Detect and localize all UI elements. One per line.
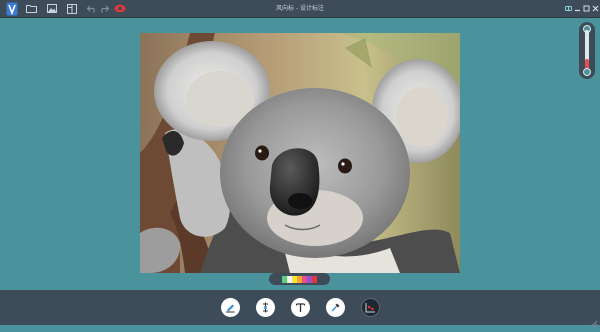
maximize-icon[interactable] [582, 0, 590, 17]
app-logo-icon[interactable] [4, 0, 19, 17]
bottom-toolbar [0, 290, 600, 328]
layout-icon[interactable] [66, 0, 78, 17]
settings-icon[interactable] [564, 0, 573, 17]
text-tool-icon[interactable] [291, 298, 310, 317]
koala-photo[interactable] [140, 33, 460, 273]
color-swatch[interactable] [312, 275, 317, 283]
open-folder-icon[interactable] [25, 0, 38, 17]
image-icon[interactable] [46, 0, 58, 17]
color-swatches [282, 275, 317, 283]
color-picker-icon[interactable] [326, 298, 345, 317]
title-bar: 风向标 - 设计标注 [0, 0, 600, 18]
close-icon[interactable] [591, 0, 599, 17]
measure-tool-icon[interactable] [256, 298, 275, 317]
minimize-icon[interactable] [573, 0, 581, 17]
undo-icon[interactable] [86, 0, 97, 17]
color-palette[interactable] [269, 273, 330, 285]
coordinate-tool-icon[interactable] [361, 298, 380, 317]
zoom-out-handle[interactable] [583, 68, 591, 76]
pen-tool-icon[interactable] [221, 298, 240, 317]
zoom-slider[interactable] [579, 22, 595, 79]
resize-grip-icon[interactable] [588, 313, 598, 328]
eye-icon[interactable] [113, 0, 126, 17]
redo-icon[interactable] [98, 0, 109, 17]
